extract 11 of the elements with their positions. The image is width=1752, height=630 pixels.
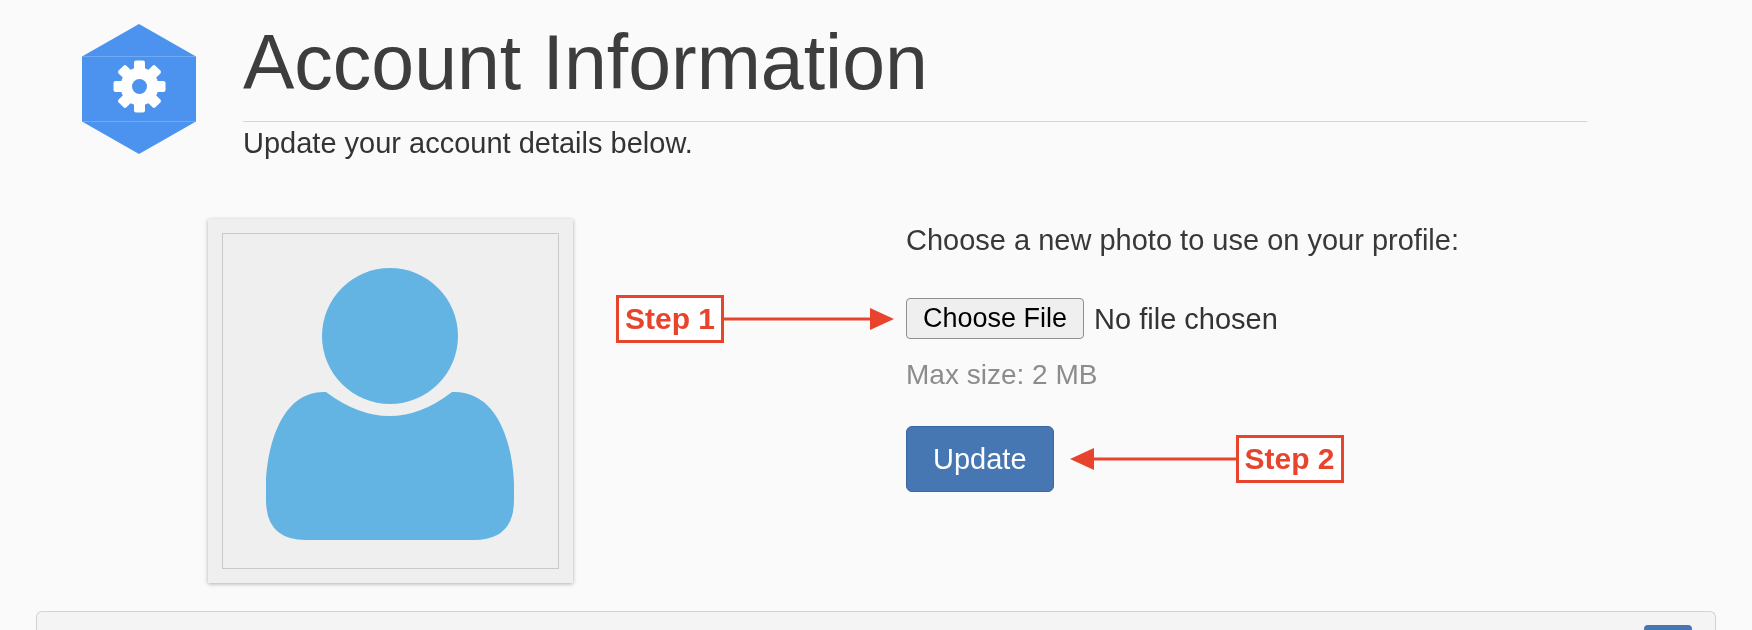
gear-icon <box>82 24 196 154</box>
update-button[interactable]: Update <box>906 426 1054 492</box>
file-status-text: No file chosen <box>1094 301 1278 337</box>
step-label: Step 2 <box>1235 435 1344 483</box>
page-subtitle: Update your account details below. <box>243 126 694 161</box>
person-silhouette-icon <box>266 268 514 540</box>
page-title: Account Information <box>243 24 929 101</box>
choose-file-button[interactable]: Choose File <box>906 298 1085 339</box>
size-hint: Max size: 2 MB <box>906 358 1098 392</box>
photo-prompt: Choose a new photo to use on your profile: <box>906 223 1459 258</box>
step-label: Step 1 <box>616 294 724 343</box>
